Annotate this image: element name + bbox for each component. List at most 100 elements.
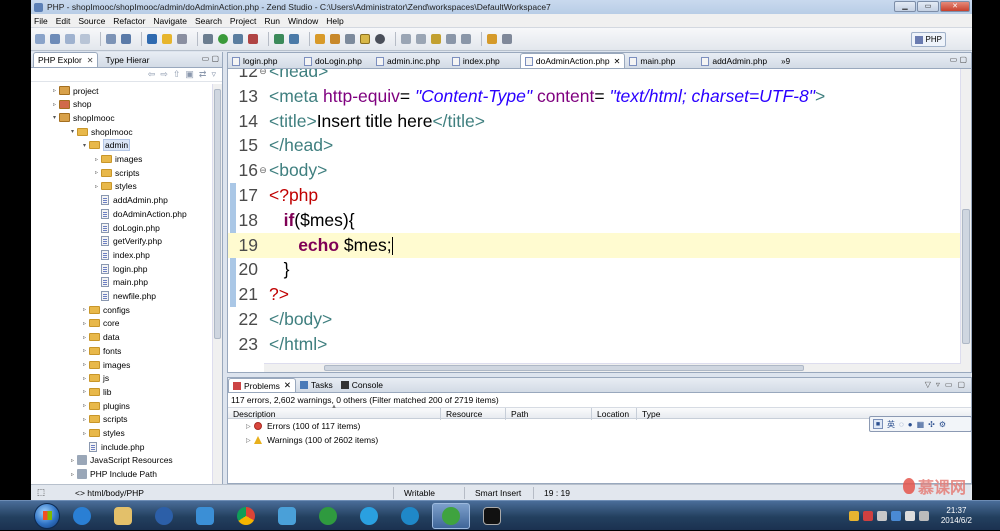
tab-console[interactable]: Console bbox=[337, 378, 387, 392]
open-file-icon[interactable] bbox=[330, 34, 340, 44]
column-location[interactable]: Location bbox=[592, 408, 637, 420]
close-icon[interactable]: ✕ bbox=[87, 56, 94, 65]
problem-group-errors[interactable]: ▷ Errors (100 of 117 items) bbox=[228, 419, 971, 433]
problem-group-warnings[interactable]: ▷ Warnings (100 of 2602 items) bbox=[228, 433, 971, 447]
code-line[interactable]: 15 </head> bbox=[228, 133, 961, 158]
taskbar-app9[interactable] bbox=[391, 503, 429, 529]
ime-tool-icon[interactable]: ✣ bbox=[928, 420, 935, 429]
menu-item-search[interactable]: Search bbox=[195, 16, 222, 26]
view-minimize-maximize[interactable]: ▭ ▢ bbox=[202, 54, 219, 63]
menu-item-window[interactable]: Window bbox=[288, 16, 318, 26]
collapse-icon[interactable]: ▾ bbox=[69, 128, 76, 135]
tree-item[interactable]: ▹ fonts bbox=[81, 344, 121, 357]
next-annotation-icon[interactable] bbox=[401, 34, 411, 44]
expand-icon[interactable]: ▹ bbox=[69, 471, 76, 478]
expand-icon[interactable]: ▹ bbox=[81, 347, 88, 354]
collapse-all-icon[interactable]: ▣ bbox=[185, 69, 194, 80]
editor-vertical-scrollbar[interactable] bbox=[960, 69, 971, 372]
perspective-switcher[interactable]: PHP bbox=[910, 32, 946, 47]
expand-icon[interactable]: ▹ bbox=[81, 416, 88, 423]
expand-icon[interactable]: ▹ bbox=[81, 402, 88, 409]
tree-item[interactable]: ▹ plugins bbox=[81, 399, 130, 412]
tree-item[interactable]: ▾ admin bbox=[81, 139, 131, 152]
new-php-file-icon[interactable] bbox=[162, 34, 172, 44]
menu-item-refactor[interactable]: Refactor bbox=[113, 16, 145, 26]
expand-icon[interactable]: ▹ bbox=[51, 101, 58, 108]
open-type-icon[interactable] bbox=[121, 34, 131, 44]
view-menu-icon[interactable]: ▿ bbox=[211, 69, 216, 80]
tree-item[interactable]: ▹ images bbox=[93, 153, 142, 166]
last-edit-icon[interactable] bbox=[431, 34, 441, 44]
taskbar-chrome[interactable] bbox=[227, 503, 265, 529]
tree-item[interactable]: getVerify.php bbox=[93, 235, 162, 248]
code-line[interactable]: 19 echo $mes; bbox=[228, 232, 961, 258]
taskbar-zend-studio[interactable] bbox=[432, 502, 470, 529]
expand-icon[interactable]: ▹ bbox=[81, 430, 88, 437]
tree-item[interactable]: ▾ shopImooc bbox=[51, 111, 115, 124]
expand-icon[interactable]: ▹ bbox=[81, 320, 88, 327]
tree-item[interactable]: ▹ js bbox=[81, 372, 109, 385]
external-tools-icon[interactable] bbox=[248, 34, 258, 44]
run-config-icon[interactable] bbox=[233, 34, 243, 44]
tree-item[interactable]: ▹ styles bbox=[81, 427, 125, 440]
tree-item[interactable]: ▹ scripts bbox=[93, 166, 140, 179]
tree-item[interactable]: ▹ core bbox=[81, 317, 120, 330]
tab-problems[interactable]: Problems ✕ bbox=[228, 378, 297, 392]
menu-item-help[interactable]: Help bbox=[326, 16, 343, 26]
new-icon[interactable] bbox=[35, 34, 45, 44]
column-path[interactable]: Path bbox=[506, 408, 592, 420]
ime-settings-icon[interactable]: ⚙ bbox=[939, 420, 946, 429]
fold-marker[interactable]: ⊖ bbox=[258, 69, 268, 77]
volume-icon[interactable] bbox=[918, 511, 929, 521]
expand-icon[interactable]: ▹ bbox=[93, 183, 100, 190]
code-line[interactable]: 23 </html> bbox=[228, 332, 961, 357]
close-button[interactable]: ✕ bbox=[940, 1, 970, 12]
expand-icon[interactable]: ▷ bbox=[246, 423, 254, 430]
status-breadcrumb[interactable]: <> html/body/PHP bbox=[69, 488, 389, 498]
tree-item[interactable]: ▹ PHP Include Path bbox=[69, 468, 157, 481]
menu-item-navigate[interactable]: Navigate bbox=[153, 16, 187, 26]
globe-icon[interactable] bbox=[274, 34, 284, 44]
code-line[interactable]: 16 ⊖ <body> bbox=[228, 158, 961, 183]
fold-marker[interactable]: ⊖ bbox=[258, 165, 268, 176]
maximize-icon[interactable]: ▢ bbox=[957, 380, 965, 389]
ime-toolbar[interactable]: ■ 英 ◌ ● ▦ ✣ ⚙ bbox=[869, 416, 972, 432]
menu-item-edit[interactable]: Edit bbox=[56, 16, 71, 26]
expand-icon[interactable]: ▹ bbox=[93, 169, 100, 176]
expand-icon[interactable]: ▷ bbox=[246, 437, 254, 444]
editor-tab[interactable]: addAdmin.php bbox=[697, 54, 775, 68]
expand-icon[interactable]: ▹ bbox=[81, 388, 88, 395]
maximize-button[interactable]: ▭ bbox=[917, 1, 939, 12]
tree-item[interactable]: index.php bbox=[93, 248, 150, 261]
ime-mode[interactable]: 英 bbox=[887, 419, 895, 430]
editor-tab[interactable]: doAdminAction.php ✕ bbox=[519, 53, 626, 68]
menu-item-source[interactable]: Source bbox=[78, 16, 105, 26]
tree-item[interactable]: main.php bbox=[93, 276, 148, 289]
column-type[interactable]: Type bbox=[637, 408, 697, 420]
expand-icon[interactable]: ▹ bbox=[81, 375, 88, 382]
menu-item-run[interactable]: Run bbox=[264, 16, 280, 26]
tree-item[interactable]: ▹ data bbox=[81, 331, 120, 344]
expand-icon[interactable]: ▹ bbox=[69, 457, 76, 464]
explorer-scrollbar[interactable] bbox=[212, 84, 222, 484]
save-all-icon[interactable] bbox=[65, 34, 75, 44]
taskbar-app8[interactable] bbox=[350, 503, 388, 529]
breakpoint-icon[interactable] bbox=[375, 34, 385, 44]
code-line[interactable]: 12 ⊖ <head> bbox=[228, 69, 961, 84]
php-project-icon[interactable] bbox=[147, 34, 157, 44]
link-editor-icon[interactable]: ⇄ bbox=[199, 69, 207, 80]
tree-item[interactable]: login.php bbox=[93, 262, 148, 275]
menu-item-project[interactable]: Project bbox=[230, 16, 256, 26]
expand-icon[interactable]: ▹ bbox=[51, 87, 58, 94]
tray-icon[interactable] bbox=[848, 511, 859, 521]
code-line[interactable]: 14 <title>Insert title here</title> bbox=[228, 109, 961, 134]
code-line[interactable]: 18 if($mes){ bbox=[228, 208, 961, 233]
network-icon[interactable] bbox=[904, 511, 915, 521]
taskbar-bird[interactable] bbox=[186, 503, 224, 529]
editor-horizontal-scrollbar[interactable] bbox=[264, 363, 961, 372]
build-icon[interactable] bbox=[106, 34, 116, 44]
start-button[interactable] bbox=[34, 502, 60, 529]
tree-item[interactable]: ▾ shopImooc bbox=[69, 125, 133, 138]
up-icon[interactable]: ⇧ bbox=[173, 69, 181, 80]
tree-item[interactable]: ▹ images bbox=[81, 358, 130, 371]
